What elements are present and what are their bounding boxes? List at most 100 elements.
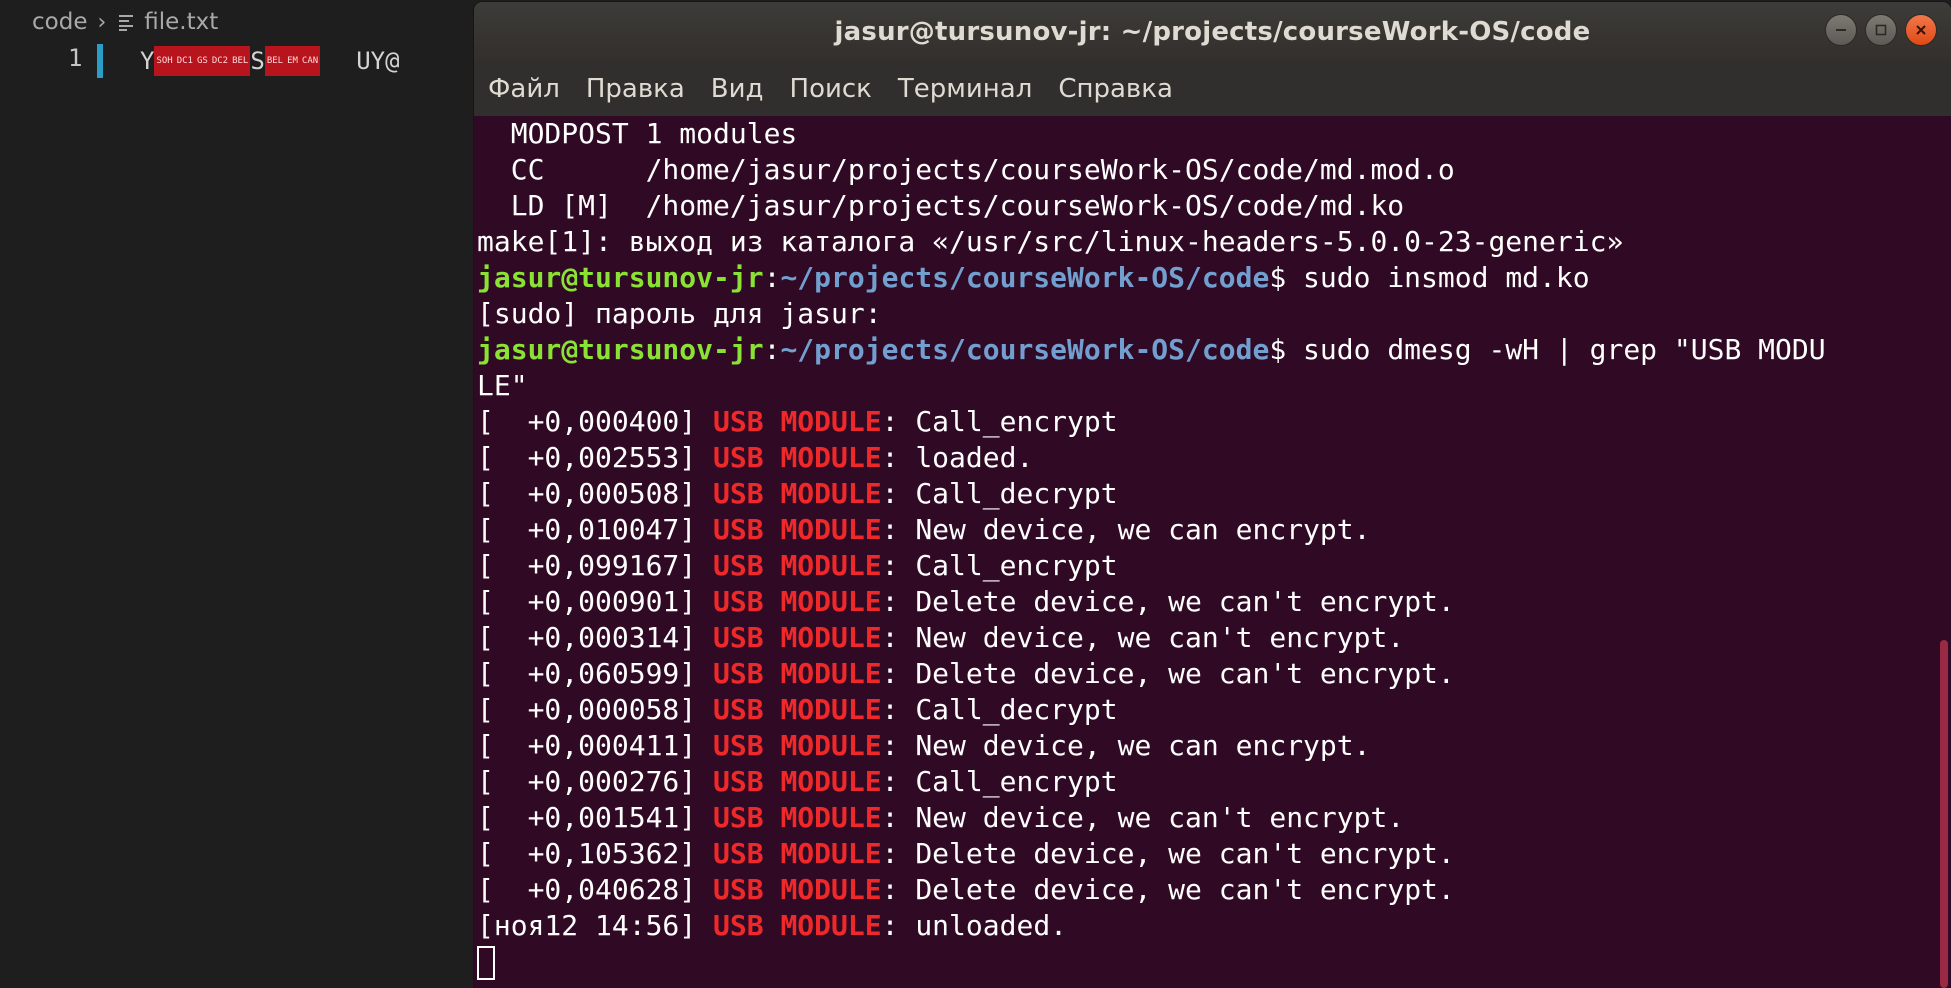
- log-module-tag: USB: [713, 657, 764, 690]
- log-module-tag: MODULE: [780, 549, 882, 582]
- command-line-dmesg: jasur@tursunov-jr:~/projects/courseWork-…: [477, 333, 1826, 366]
- log-timestamp: [ +0,060599]: [477, 657, 697, 690]
- control-char-chip: BEL: [230, 46, 251, 76]
- log-message: : Call_encrypt: [881, 405, 1118, 438]
- log-module-tag: USB: [713, 621, 764, 654]
- build-line: make[1]: выход из каталога «/usr/src/lin…: [477, 225, 1624, 258]
- log-line: [ +0,001541] USB MODULE: New device, we …: [477, 800, 1404, 836]
- log-module-tag: MODULE: [780, 657, 882, 690]
- log-module-tag: USB: [713, 729, 764, 762]
- log-module-tag: USB: [713, 585, 764, 618]
- log-timestamp: [ноя12 14:56]: [477, 909, 697, 942]
- menu-view[interactable]: Вид: [711, 74, 764, 104]
- log-module-tag: USB: [713, 405, 764, 438]
- log-message: : New device, we can encrypt.: [881, 513, 1371, 546]
- breadcrumb-file[interactable]: file.txt: [144, 9, 218, 35]
- log-module-tag: USB: [713, 837, 764, 870]
- scrollbar-thumb[interactable]: [1940, 640, 1948, 988]
- log-module-tag: USB: [713, 693, 764, 726]
- text-file-icon: [118, 13, 134, 31]
- log-module-tag: USB: [713, 909, 764, 942]
- log-message: : Call_encrypt: [881, 765, 1118, 798]
- log-module-tag: MODULE: [780, 693, 882, 726]
- code-text-start: Y: [140, 47, 155, 75]
- maximize-icon[interactable]: [1865, 14, 1897, 46]
- log-module-tag: USB: [713, 801, 764, 834]
- log-module-tag: USB: [713, 441, 764, 474]
- control-char-chip: EM: [285, 46, 300, 76]
- menu-edit[interactable]: Правка: [586, 74, 685, 104]
- log-module-tag: MODULE: [780, 765, 882, 798]
- log-module-tag: MODULE: [780, 801, 882, 834]
- log-message: : Call_decrypt: [881, 693, 1118, 726]
- prompt-path: ~/projects/courseWork-OS/code: [780, 333, 1270, 366]
- log-line: [ +0,099167] USB MODULE: Call_encrypt: [477, 548, 1118, 584]
- log-module-tag: MODULE: [780, 621, 882, 654]
- control-char-chip: GS: [194, 46, 210, 76]
- scrollbar[interactable]: [1936, 116, 1951, 988]
- terminal-window[interactable]: jasur@tursunov-jr: ~/projects/courseWork…: [474, 2, 1951, 988]
- log-line: [ +0,010047] USB MODULE: New device, we …: [477, 512, 1370, 548]
- log-module-tag: MODULE: [780, 513, 882, 546]
- control-char-group-2: BEL EM CAN: [264, 46, 321, 76]
- command-line-insmod: jasur@tursunov-jr:~/projects/courseWork-…: [477, 261, 1590, 294]
- log-timestamp: [ +0,000508]: [477, 477, 697, 510]
- breadcrumb-folder[interactable]: code: [32, 9, 87, 35]
- minimize-icon[interactable]: [1825, 14, 1857, 46]
- command-wrap: LE": [477, 369, 528, 402]
- build-line: LD [M] /home/jasur/projects/courseWork-O…: [477, 189, 1405, 222]
- editor-code-line[interactable]: Y SOH DC1 GS DC2 BEL S BEL EM CAN UY@: [140, 44, 400, 78]
- log-line: [ноя12 14:56] USB MODULE: unloaded.: [477, 908, 1067, 944]
- active-line-marker: [97, 44, 103, 78]
- window-controls: [1825, 14, 1937, 46]
- log-module-tag: MODULE: [780, 477, 882, 510]
- log-message: : unloaded.: [881, 909, 1068, 942]
- log-message: : Delete device, we can't encrypt.: [881, 585, 1455, 618]
- log-line: [ +0,000314] USB MODULE: New device, we …: [477, 620, 1404, 656]
- terminal-output[interactable]: MODPOST 1 modules CC /home/jasur/project…: [474, 116, 1936, 988]
- window-title: jasur@tursunov-jr: ~/projects/courseWork…: [834, 17, 1591, 47]
- log-module-tag: USB: [713, 549, 764, 582]
- menu-search[interactable]: Поиск: [790, 74, 872, 104]
- log-message: : Call_decrypt: [881, 477, 1118, 510]
- log-line: [ +0,000276] USB MODULE: Call_encrypt: [477, 764, 1118, 800]
- log-message: : Delete device, we can't encrypt.: [881, 837, 1455, 870]
- log-module-tag: MODULE: [780, 585, 882, 618]
- menu-bar: Файл Правка Вид Поиск Терминал Справка: [474, 62, 1951, 116]
- log-timestamp: [ +0,010047]: [477, 513, 697, 546]
- menu-file[interactable]: Файл: [488, 74, 560, 104]
- log-message: : Delete device, we can't encrypt.: [881, 873, 1455, 906]
- window-titlebar[interactable]: jasur@tursunov-jr: ~/projects/courseWork…: [474, 2, 1951, 62]
- log-module-tag: USB: [713, 765, 764, 798]
- menu-help[interactable]: Справка: [1058, 74, 1173, 104]
- log-timestamp: [ +0,000314]: [477, 621, 697, 654]
- prompt-user: jasur@tursunov-jr: [477, 333, 764, 366]
- log-module-tag: USB: [713, 477, 764, 510]
- command-text: sudo dmesg -wH | grep "USB MODU: [1286, 333, 1826, 366]
- log-module-tag: MODULE: [780, 837, 882, 870]
- log-module-tag: MODULE: [780, 405, 882, 438]
- log-message: : Delete device, we can't encrypt.: [881, 657, 1455, 690]
- build-line: MODPOST 1 modules: [477, 117, 798, 150]
- log-line: [ +0,002553] USB MODULE: loaded.: [477, 440, 1033, 476]
- prompt-user: jasur@tursunov-jr: [477, 261, 764, 294]
- log-message: : New device, we can encrypt.: [881, 729, 1371, 762]
- log-timestamp: [ +0,000058]: [477, 693, 697, 726]
- log-message: : New device, we can't encrypt.: [881, 801, 1405, 834]
- build-line: CC /home/jasur/projects/courseWork-OS/co…: [477, 153, 1455, 186]
- control-char-chip: BEL: [264, 46, 286, 76]
- code-text-mid: S: [250, 47, 265, 75]
- log-timestamp: [ +0,105362]: [477, 837, 697, 870]
- log-timestamp: [ +0,000276]: [477, 765, 697, 798]
- menu-terminal[interactable]: Терминал: [898, 74, 1032, 104]
- log-line: [ +0,000400] USB MODULE: Call_encrypt: [477, 404, 1118, 440]
- control-char-group-1: SOH DC1 GS DC2 BEL: [154, 46, 251, 76]
- log-message: : New device, we can't encrypt.: [881, 621, 1405, 654]
- log-message: : Call_encrypt: [881, 549, 1118, 582]
- log-line: [ +0,105362] USB MODULE: Delete device, …: [477, 836, 1455, 872]
- control-char-chip: DC2: [209, 46, 231, 76]
- control-char-chip: DC1: [174, 46, 195, 76]
- close-icon[interactable]: [1905, 14, 1937, 46]
- log-line: [ +0,000901] USB MODULE: Delete device, …: [477, 584, 1455, 620]
- cursor-block: [477, 946, 495, 980]
